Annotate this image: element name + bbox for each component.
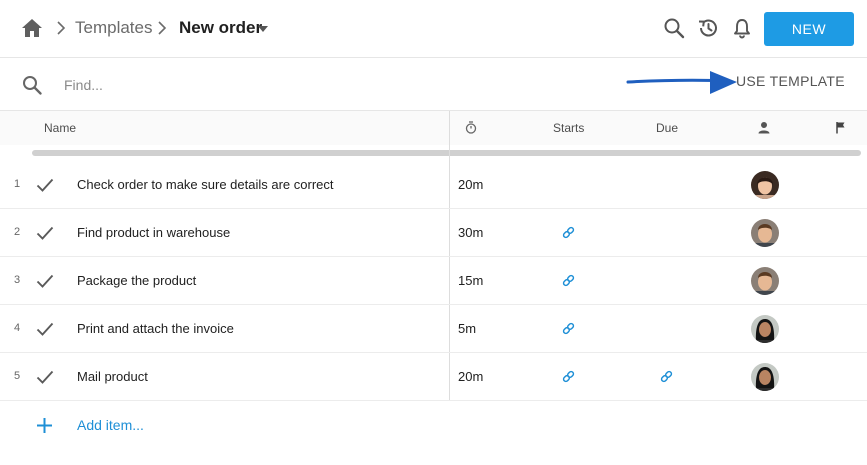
top-bar: Templates New order NEW <box>0 0 867 58</box>
task-name[interactable]: Check order to make sure details are cor… <box>77 177 334 192</box>
person-icon[interactable] <box>758 121 770 134</box>
row-number: 3 <box>14 274 21 286</box>
assignee-avatar[interactable] <box>751 363 779 391</box>
task-name[interactable]: Find product in warehouse <box>77 225 230 240</box>
assignee-avatar[interactable] <box>751 267 779 295</box>
task-name[interactable]: Print and attach the invoice <box>77 321 234 336</box>
task-duration[interactable]: 15m <box>458 273 483 288</box>
history-icon[interactable] <box>697 17 719 39</box>
task-name[interactable]: Mail product <box>77 369 148 384</box>
row-number: 4 <box>14 322 21 334</box>
assignee-avatar[interactable] <box>751 171 779 199</box>
pointer-arrow-icon <box>626 71 737 94</box>
check-icon[interactable] <box>36 321 54 337</box>
check-icon[interactable] <box>36 369 54 385</box>
flag-icon[interactable] <box>835 121 847 134</box>
column-due-header[interactable]: Due <box>656 121 678 135</box>
add-item-row[interactable]: Add item... <box>0 402 867 448</box>
task-name[interactable]: Package the product <box>77 273 196 288</box>
link-icon[interactable] <box>660 370 673 383</box>
breadcrumb-parent[interactable]: Templates <box>75 18 152 38</box>
row-number: 5 <box>14 370 21 382</box>
task-duration[interactable]: 20m <box>458 177 483 192</box>
chevron-right-icon <box>57 21 66 35</box>
check-icon[interactable] <box>36 225 54 241</box>
find-bar: USE TEMPLATE <box>0 59 867 111</box>
task-duration[interactable]: 30m <box>458 225 483 240</box>
assignee-avatar[interactable] <box>751 315 779 343</box>
row-number: 1 <box>14 178 21 190</box>
task-duration[interactable]: 20m <box>458 369 483 384</box>
table-header: Name Starts Due <box>0 111 867 145</box>
new-button[interactable]: NEW <box>764 12 854 46</box>
search-icon[interactable] <box>663 17 685 39</box>
column-name-header[interactable]: Name <box>44 121 76 135</box>
plus-icon[interactable] <box>36 417 53 434</box>
table-row[interactable]: 2 Find product in warehouse 30m <box>0 209 867 257</box>
add-item-button[interactable]: Add item... <box>77 417 144 433</box>
use-template-button[interactable]: USE TEMPLATE <box>736 73 845 89</box>
check-icon[interactable] <box>36 273 54 289</box>
link-icon[interactable] <box>562 322 575 335</box>
bell-icon[interactable] <box>731 17 753 39</box>
page-title[interactable]: New order <box>179 18 262 38</box>
link-icon[interactable] <box>562 370 575 383</box>
link-icon[interactable] <box>562 274 575 287</box>
horizontal-scrollbar[interactable] <box>32 150 861 156</box>
chevron-right-icon <box>158 21 167 35</box>
home-icon[interactable] <box>21 18 43 38</box>
table-row[interactable]: 1 Check order to make sure details are co… <box>0 161 867 209</box>
timer-icon[interactable] <box>465 121 477 134</box>
table-row[interactable]: 4 Print and attach the invoice 5m <box>0 305 867 353</box>
caret-down-icon[interactable] <box>258 26 268 32</box>
table-row[interactable]: 5 Mail product 20m <box>0 353 867 401</box>
table-row[interactable]: 3 Package the product 15m <box>0 257 867 305</box>
task-duration[interactable]: 5m <box>458 321 476 336</box>
find-input[interactable] <box>64 72 464 98</box>
link-icon[interactable] <box>562 226 575 239</box>
assignee-avatar[interactable] <box>751 219 779 247</box>
row-number: 2 <box>14 226 21 238</box>
column-starts-header[interactable]: Starts <box>553 121 584 135</box>
check-icon[interactable] <box>36 177 54 193</box>
search-icon <box>23 76 42 95</box>
